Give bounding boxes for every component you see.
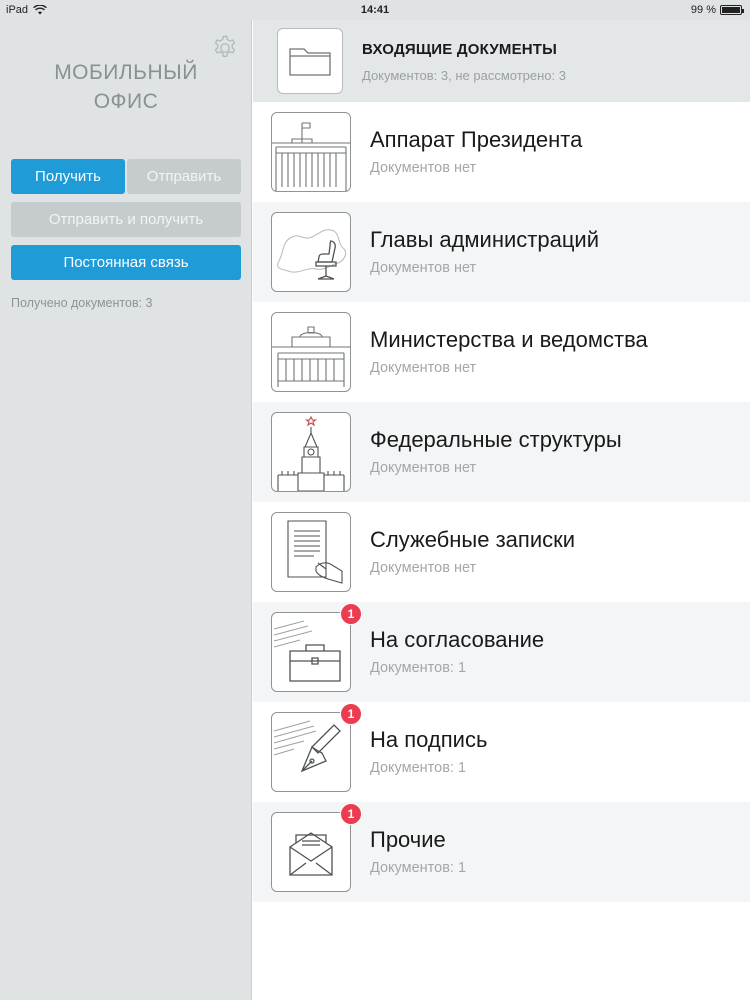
list-item[interactable]: 1 На подпись Документов: 1 bbox=[253, 702, 750, 802]
unread-badge: 1 bbox=[340, 703, 362, 725]
folder-title: Министерства и ведомства bbox=[370, 327, 648, 352]
folder-icon bbox=[277, 28, 343, 94]
app-title-line2: ОФИС bbox=[93, 90, 159, 113]
presidential-building-icon bbox=[271, 112, 351, 192]
briefcase-icon: 1 bbox=[271, 603, 362, 692]
receive-button[interactable]: Получить bbox=[11, 159, 125, 194]
list-item[interactable]: Аппарат Президента Документов нет bbox=[253, 102, 750, 202]
list-item[interactable]: 1 На согласование Документов: 1 bbox=[253, 602, 750, 702]
received-documents-count: Получено документов: 3 bbox=[11, 296, 153, 310]
sidebar: МОБИЛЬНЫЙ ОФИС Получить Отправить Отправ… bbox=[0, 20, 252, 1000]
inbox-header[interactable]: ВХОДЯЩИЕ ДОКУМЕНТЫ Документов: 3, не рас… bbox=[253, 20, 750, 102]
list-item[interactable]: Министерства и ведомства Документов нет bbox=[253, 302, 750, 402]
folder-list: Аппарат Президента Документов нет Главы … bbox=[253, 102, 750, 902]
ministry-building-icon bbox=[271, 312, 351, 392]
folder-title: Главы администраций bbox=[370, 227, 600, 252]
map-chair-icon bbox=[271, 212, 351, 292]
folder-subtitle: Документов: 1 bbox=[370, 760, 467, 776]
unread-badge: 1 bbox=[340, 603, 362, 625]
folder-title: Служебные записки bbox=[370, 527, 576, 552]
envelope-icon: 1 bbox=[271, 803, 362, 892]
app-title-line1: МОБИЛЬНЫЙ bbox=[54, 61, 198, 84]
folder-subtitle: Документов нет bbox=[370, 160, 477, 176]
inbox-subtitle: Документов: 3, не рассмотрено: 3 bbox=[362, 68, 566, 83]
folder-title: На подпись bbox=[370, 727, 488, 752]
list-item[interactable]: Федеральные структуры Документов нет bbox=[253, 402, 750, 502]
inbox-title: ВХОДЯЩИЕ ДОКУМЕНТЫ bbox=[362, 41, 558, 58]
kremlin-tower-icon bbox=[271, 412, 351, 492]
folder-subtitle: Документов: 1 bbox=[370, 860, 467, 876]
folder-title: На согласование bbox=[370, 627, 545, 652]
unread-badge: 1 bbox=[340, 803, 362, 825]
list-item[interactable]: Главы администраций Документов нет bbox=[253, 202, 750, 302]
folder-subtitle: Документов: 1 bbox=[370, 660, 467, 676]
folder-subtitle: Документов нет bbox=[370, 460, 477, 476]
constant-connection-button[interactable]: Постоянная связь bbox=[11, 245, 241, 280]
folder-subtitle: Документов нет bbox=[370, 560, 477, 576]
memo-hand-icon bbox=[271, 512, 351, 592]
folder-title: Прочие bbox=[370, 827, 446, 852]
folder-subtitle: Документов нет bbox=[370, 260, 477, 276]
main-panel: ВХОДЯЩИЕ ДОКУМЕНТЫ Документов: 3, не рас… bbox=[253, 0, 750, 1000]
send-button[interactable]: Отправить bbox=[127, 159, 241, 194]
fountain-pen-icon: 1 bbox=[271, 703, 362, 792]
list-item[interactable]: Служебные записки Документов нет bbox=[253, 502, 750, 602]
folder-title: Федеральные структуры bbox=[370, 427, 622, 452]
app-title: МОБИЛЬНЫЙ ОФИС bbox=[0, 58, 252, 116]
send-and-receive-button[interactable]: Отправить и получить bbox=[11, 202, 241, 237]
folder-subtitle: Документов нет bbox=[370, 360, 477, 376]
list-item[interactable]: 1 Прочие Документов: 1 bbox=[253, 802, 750, 902]
folder-title: Аппарат Президента bbox=[370, 127, 583, 152]
